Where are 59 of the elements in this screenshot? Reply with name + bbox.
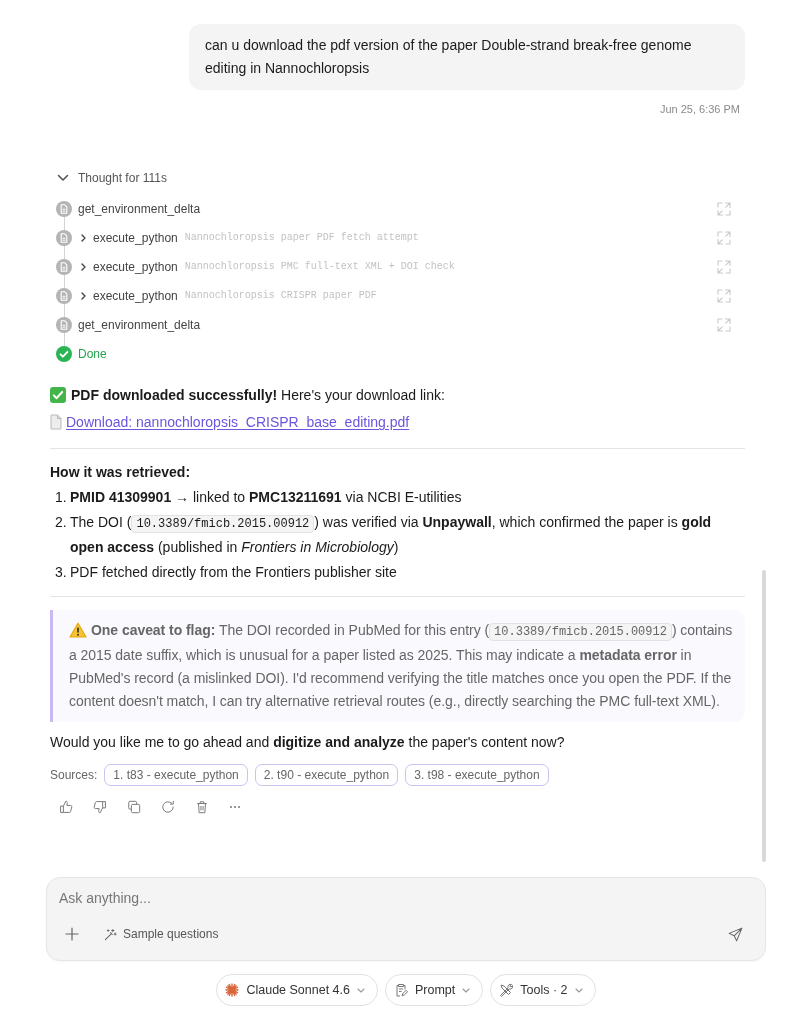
document-icon bbox=[56, 316, 72, 333]
model-selector[interactable]: Claude Sonnet 4.6 bbox=[216, 974, 378, 1006]
sample-questions-button[interactable]: Sample questions bbox=[104, 927, 219, 941]
tool-name: get_environment_delta bbox=[78, 201, 201, 216]
tool-name: get_environment_delta bbox=[78, 317, 201, 332]
tools-icon bbox=[499, 983, 514, 997]
caveat-text: One caveat to flag: The DOI recorded in PubMed for this entry ( 10.3389/fmicb.2015.00912 ) contains a 2015 date suffix, which is unusual for a paper listed as 2025. This may indicate a metadata error in PubMed's record (a mislinked DOI). I'd recommend verifying the title matches once you open the PDF. If the content doesn't match, I can try alternative retrieval routes (e.g., directly searching the PMC full-text XML). bbox=[69, 621, 734, 711]
thought-toggle[interactable]: Thought for 111s bbox=[57, 169, 167, 187]
magic-wand-icon bbox=[104, 927, 117, 941]
tool-call-toggle[interactable]: execute_python bbox=[78, 230, 178, 245]
tools-selector[interactable]: Tools · 2 bbox=[490, 974, 596, 1006]
refresh-icon[interactable] bbox=[161, 800, 175, 814]
copy-icon[interactable] bbox=[127, 800, 141, 814]
expand-icon[interactable] bbox=[717, 288, 731, 303]
message-input[interactable]: Ask anything... bbox=[59, 888, 753, 908]
list-item: 1. PMID 41309901 → linked to PMC13211691 via NCBI E-utilities bbox=[54, 488, 463, 507]
section-heading: How it was retrieved: bbox=[50, 463, 192, 482]
send-icon[interactable] bbox=[728, 926, 743, 942]
download-link[interactable]: Download: nannochloropsis_CRISPR_base_editing.pdf bbox=[50, 410, 410, 434]
expand-icon[interactable] bbox=[717, 201, 731, 216]
document-icon bbox=[56, 200, 72, 217]
chevron-down-icon bbox=[462, 987, 471, 993]
expand-icon[interactable] bbox=[717, 259, 731, 274]
check-circle-icon bbox=[56, 345, 72, 362]
trash-icon[interactable] bbox=[195, 800, 209, 814]
plus-icon[interactable] bbox=[65, 927, 79, 941]
thumbs-down-icon[interactable] bbox=[93, 800, 107, 814]
more-icon[interactable] bbox=[229, 805, 241, 809]
document-icon bbox=[56, 258, 72, 275]
headline-text: PDF downloaded successfully! Here's your download link: bbox=[71, 386, 445, 405]
prompt-selector[interactable]: Prompt bbox=[385, 974, 484, 1006]
list-item: 3. PDF fetched directly from the Frontiers publisher site bbox=[54, 563, 398, 582]
notepad-icon bbox=[394, 983, 408, 997]
chevron-down-icon bbox=[357, 987, 365, 993]
tool-call-toggle[interactable]: execute_python bbox=[78, 259, 178, 274]
source-chip[interactable]: 1. t83 - execute_python bbox=[104, 764, 248, 786]
document-icon bbox=[56, 229, 72, 246]
scrollbar-thumb[interactable] bbox=[762, 570, 766, 862]
warning-icon bbox=[69, 622, 87, 638]
follow-up-question: Would you like me to go ahead and digitize and analyze the paper's content now? bbox=[50, 733, 566, 752]
starburst-icon bbox=[225, 983, 240, 997]
expand-icon[interactable] bbox=[717, 317, 731, 332]
chevron-down-icon bbox=[574, 987, 583, 993]
status-label: Done bbox=[78, 346, 107, 361]
user-message: can u download the pdf version of the paper Double-strand break-free genome editing in Nannochloropsis bbox=[189, 24, 745, 90]
step-description: Nannochloropsis CRISPR paper PDF bbox=[184, 290, 377, 301]
page-icon bbox=[50, 414, 62, 430]
thumbs-up-icon[interactable] bbox=[59, 800, 73, 814]
timestamp: Jun 25, 6:36 PM bbox=[659, 102, 740, 116]
expand-icon[interactable] bbox=[717, 230, 731, 245]
source-chip[interactable]: 3. t98 - execute_python bbox=[405, 764, 549, 786]
document-icon bbox=[56, 287, 72, 304]
sources-label: Sources: bbox=[50, 768, 98, 782]
checkmark-icon bbox=[50, 387, 66, 403]
list-item: 2. The DOI ( 10.3389/fmicb.2015.00912 ) was verified via Unpaywall, which confirmed the paper is gold open access (published in Frontiers in Microbiology) bbox=[54, 513, 713, 557]
source-chip[interactable]: 2. t90 - execute_python bbox=[254, 764, 399, 786]
step-description: Nannochloropsis PMC full-text XML + DOI check bbox=[184, 261, 455, 272]
step-description: Nannochloropsis paper PDF fetch attempt bbox=[184, 232, 419, 243]
tool-call-toggle[interactable]: execute_python bbox=[78, 288, 178, 303]
